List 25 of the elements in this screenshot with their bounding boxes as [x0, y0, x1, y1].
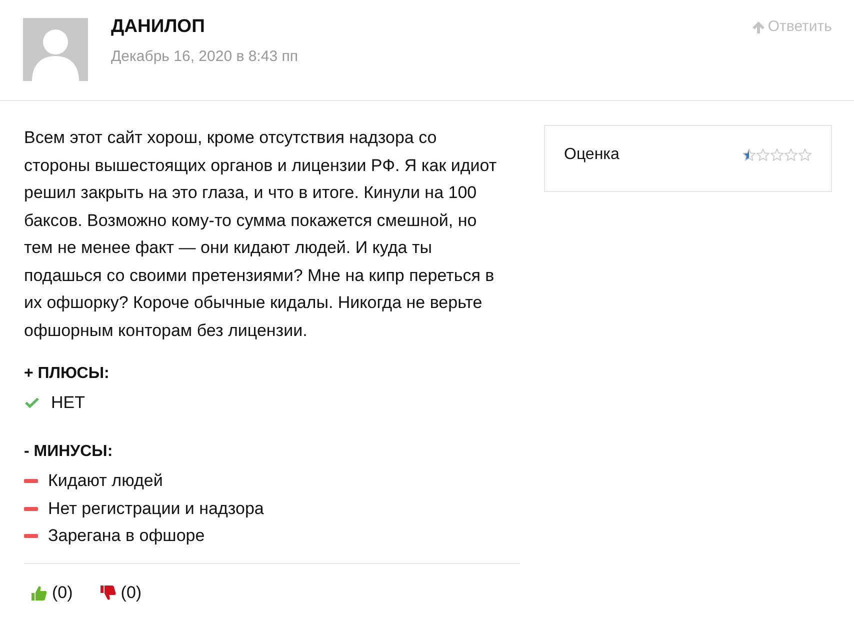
con-item: Кидают людей [48, 471, 163, 491]
con-item: Нет регистрации и надзора [48, 498, 264, 518]
minus-icon [24, 506, 38, 510]
star-icon [756, 148, 770, 162]
comment-date: Декабрь 16, 2020 в 8:43 пп [111, 48, 298, 66]
thumbs-down-icon [100, 585, 116, 601]
minus-icon [24, 479, 38, 483]
star-icon [798, 148, 812, 162]
thumbs-up-icon [31, 585, 47, 601]
pro-item: НЕТ [51, 393, 85, 413]
avatar-silhouette [23, 18, 88, 81]
check-icon [24, 397, 40, 409]
star-icon [784, 148, 798, 162]
author-name: ДАНИЛОП [111, 16, 205, 36]
rating-label: Оценка [564, 144, 620, 164]
like-button[interactable]: (0) [31, 583, 73, 603]
minus-icon [24, 534, 38, 538]
star-icon [770, 148, 784, 162]
dislike-button[interactable]: (0) [100, 583, 142, 603]
star-icon [742, 148, 756, 162]
arrow-up-icon [752, 20, 765, 34]
con-item: Зарегана в офшоре [48, 526, 205, 546]
pros-heading: + ПЛЮСЫ: [24, 364, 110, 384]
cons-heading: - МИНУСЫ: [24, 442, 114, 462]
review-text: Всем этот сайт хорош, кроме отсутствия надзора со стороны вышестоящих органов и лицензии РФ. Я как идиот решил закрыть на это глаза, и что в итоге. Кинули на 100 баксов. Возможно кому-то сумма покажется смешной, но тем не менее факт — они кидают людей. И куда ты подашься со своими претензиями? Мне на кипр переться в их офшорку? Короче обычные кидалы. Никогда не верьте офшорным конторам без лицензии. [24, 127, 498, 342]
